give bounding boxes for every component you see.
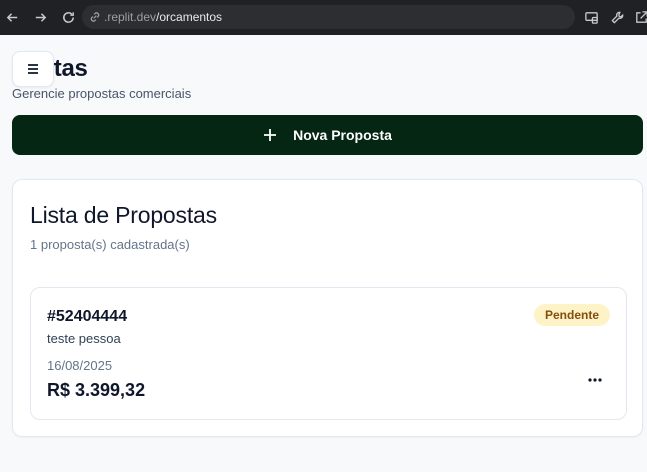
wrench-icon[interactable] (608, 8, 626, 26)
hamburger-menu-icon (28, 64, 38, 74)
url-host: .replit.dev (104, 10, 157, 24)
list-count: 1 proposta(s) cadastrada(s) (30, 237, 190, 252)
cast-icon[interactable] (582, 8, 600, 26)
forward-icon[interactable] (30, 7, 50, 27)
browser-toolbar: .replit.dev/orcamentos (0, 0, 647, 35)
list-title: Lista de Propostas (30, 202, 217, 228)
plus-icon (263, 128, 277, 142)
url-path: /orcamentos (156, 10, 223, 24)
more-horizontal-icon (588, 378, 602, 382)
address-bar[interactable]: .replit.dev/orcamentos (82, 5, 575, 29)
proposals-list-card: Lista de Propostas 1 proposta(s) cadastr… (12, 179, 643, 437)
back-icon[interactable] (2, 7, 22, 27)
more-options-button[interactable] (584, 371, 606, 389)
new-proposal-button[interactable]: Nova Proposta (12, 115, 643, 155)
page-subtitle: Gerencie propostas comerciais (12, 86, 192, 101)
status-badge: Pendente (533, 304, 610, 326)
menu-button[interactable] (12, 51, 54, 87)
new-proposal-label: Nova Proposta (293, 127, 392, 143)
link-icon (90, 12, 100, 22)
proposal-item[interactable]: #52404444 teste pessoa 16/08/2025 R$ 3.3… (30, 287, 627, 420)
proposal-value: R$ 3.399,32 (47, 380, 146, 400)
reload-icon[interactable] (58, 7, 78, 27)
external-icon[interactable] (632, 8, 647, 26)
proposal-id: #52404444 (47, 308, 128, 325)
proposal-date: 16/08/2025 (47, 358, 113, 373)
proposal-client: teste pessoa (47, 331, 121, 346)
